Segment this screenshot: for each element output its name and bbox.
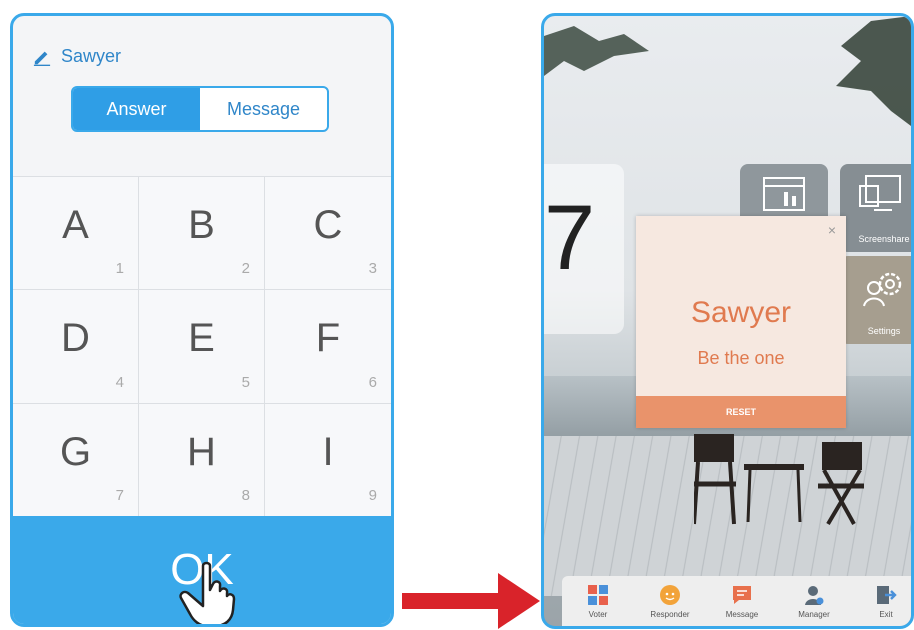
key-h[interactable]: H8 <box>139 403 265 517</box>
responder-icon <box>660 584 680 605</box>
taskbar-label: Responder <box>650 609 690 619</box>
key-letter: D <box>61 316 90 361</box>
mode-toggle: Answer Message <box>71 86 329 132</box>
key-i[interactable]: I9 <box>265 403 391 517</box>
tree-left-decoration <box>544 26 649 76</box>
user-name: Sawyer <box>61 46 122 66</box>
tree-right-decoration <box>836 16 911 126</box>
key-letter: F <box>315 316 341 361</box>
responder-result-popup: × Sawyer Be the one RESET <box>636 216 846 428</box>
message-icon <box>733 585 751 604</box>
taskbar-label: Voter <box>588 609 608 619</box>
close-icon[interactable]: × <box>828 222 836 238</box>
key-number: 1 <box>115 260 124 278</box>
key-number: 2 <box>241 260 250 278</box>
settings-tile[interactable]: Settings <box>840 256 911 344</box>
key-number: 8 <box>241 487 250 504</box>
user-name-row[interactable]: Sawyer <box>33 46 121 67</box>
key-number: 7 <box>115 487 124 504</box>
reset-button[interactable]: RESET <box>636 396 846 428</box>
key-number: 4 <box>115 373 124 391</box>
key-g[interactable]: G7 <box>13 403 139 517</box>
clock-digit: 7 <box>544 187 596 289</box>
taskbar: Voter Responder Message Manager Exit <box>562 576 911 626</box>
exit-icon <box>877 585 897 604</box>
manager-icon <box>805 585 824 605</box>
key-e[interactable]: E5 <box>139 290 265 404</box>
responder-slogan: Be the one <box>697 348 785 368</box>
key-letter: E <box>188 316 215 361</box>
arrow-right-icon <box>402 573 540 629</box>
taskbar-responder[interactable]: Responder <box>634 576 706 626</box>
pencil-icon <box>33 51 51 66</box>
tab-message[interactable]: Message <box>200 88 327 130</box>
deck-chairs-decoration <box>694 434 864 526</box>
tab-answer[interactable]: Answer <box>73 88 200 130</box>
key-c[interactable]: C3 <box>265 177 391 291</box>
taskbar-message[interactable]: Message <box>706 576 778 626</box>
key-a[interactable]: A1 <box>13 177 139 291</box>
taskbar-label: Manager <box>798 609 830 619</box>
settings-icon <box>863 272 902 307</box>
settings-label: Settings <box>867 326 901 336</box>
key-number: 9 <box>368 487 377 504</box>
key-letter: C <box>313 203 343 247</box>
key-letter: A <box>62 203 89 247</box>
key-number: 6 <box>368 373 377 391</box>
taskbar-manager[interactable]: Manager <box>778 576 850 626</box>
phone-answer-panel: Sawyer Answer Message A1 B2 C3 D4 E5 F6 … <box>10 13 394 627</box>
screenshare-tile[interactable]: Screenshare <box>840 164 911 252</box>
taskbar-label: Message <box>725 609 759 619</box>
responder-name: Sawyer <box>690 296 792 329</box>
taskbar-exit[interactable]: Exit <box>850 576 911 626</box>
key-letter: I <box>322 429 334 474</box>
key-number: 5 <box>241 373 250 391</box>
answer-keypad: A1 B2 C3 D4 E5 F6 G7 H8 I9 <box>13 176 391 517</box>
taskbar-voter[interactable]: Voter <box>562 576 634 626</box>
screenshare-icon <box>859 175 901 211</box>
key-letter: G <box>59 429 92 474</box>
taskbar-label: Exit <box>879 609 893 619</box>
screenshare-label: Screenshare <box>858 234 910 244</box>
key-number: 3 <box>368 260 377 278</box>
key-d[interactable]: D4 <box>13 290 139 404</box>
key-letter: H <box>187 429 216 474</box>
key-letter: B <box>188 203 215 247</box>
voter-icon <box>588 584 608 605</box>
key-f[interactable]: F6 <box>265 290 391 404</box>
hand-pointer-icon <box>179 561 236 624</box>
key-b[interactable]: B2 <box>139 177 265 291</box>
tablet-screen: 7 Screenshare Settings × Sawyer Be the o… <box>541 13 914 629</box>
